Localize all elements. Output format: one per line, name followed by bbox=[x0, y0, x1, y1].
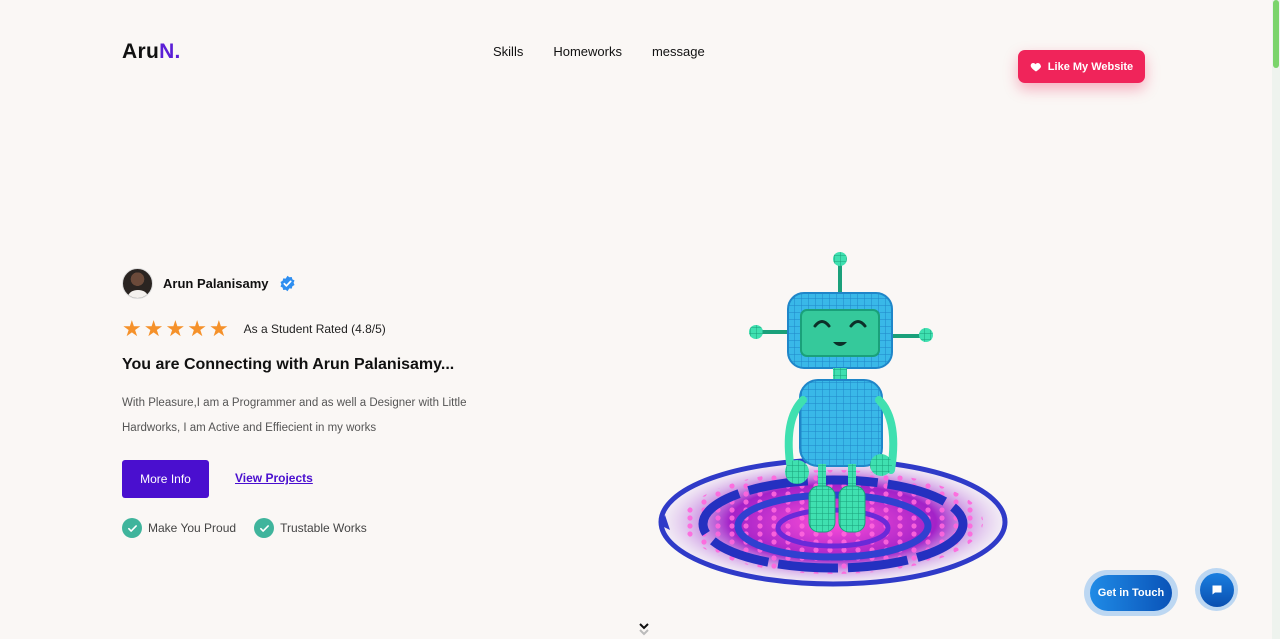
feature-label: Make You Proud bbox=[148, 521, 237, 535]
feature-item: Trustable Works bbox=[254, 518, 367, 538]
more-info-button[interactable]: More Info bbox=[122, 460, 209, 498]
star-icon: ★ bbox=[143, 316, 164, 341]
chevron-down-icon[interactable] bbox=[638, 621, 650, 637]
profile: Arun Palanisamy bbox=[122, 268, 296, 299]
logo-main: Aru bbox=[122, 40, 160, 63]
rating-text: As a Student Rated (4.8/5) bbox=[243, 322, 386, 336]
like-website-button[interactable]: Like My Website bbox=[1018, 50, 1145, 83]
nav-homeworks[interactable]: Homeworks bbox=[553, 44, 622, 59]
chat-button[interactable] bbox=[1195, 568, 1238, 611]
star-icon: ★ bbox=[122, 316, 142, 341]
avatar bbox=[122, 268, 153, 299]
profile-name: Arun Palanisamy bbox=[163, 276, 269, 291]
scrollbar-thumb[interactable] bbox=[1273, 0, 1279, 68]
nav-skills[interactable]: Skills bbox=[493, 44, 523, 59]
chat-icon bbox=[1212, 585, 1221, 594]
star-rating: ★ ★ ★ ★ ★ bbox=[122, 318, 229, 340]
check-circle-icon bbox=[254, 518, 275, 538]
rating: ★ ★ ★ ★ ★ As a Student Rated (4.8/5) bbox=[122, 318, 386, 340]
star-icon: ★ bbox=[187, 316, 207, 341]
star-icon: ★ bbox=[208, 316, 229, 341]
logo[interactable]: AruN. bbox=[122, 40, 181, 64]
get-in-touch-button[interactable]: Get in Touch bbox=[1084, 570, 1178, 616]
feature-label: Trustable Works bbox=[280, 521, 367, 535]
page-scrollbar[interactable] bbox=[1272, 0, 1280, 639]
hero-description: With Pleasure,I am a Programmer and as w… bbox=[122, 397, 467, 434]
features: Make You Proud Trustable Works bbox=[122, 518, 367, 538]
check-circle-icon bbox=[122, 518, 142, 538]
heart-icon bbox=[1030, 62, 1041, 71]
like-button-label: Like My Website bbox=[1047, 60, 1134, 73]
robot-3d-illustration bbox=[658, 252, 1008, 587]
main-nav: Skills Homeworks message bbox=[493, 44, 705, 59]
feature-item: Make You Proud bbox=[122, 518, 236, 538]
verified-badge-icon bbox=[279, 275, 295, 292]
get-in-touch-label: Get in Touch bbox=[1090, 575, 1172, 611]
logo-accent: N. bbox=[159, 40, 181, 63]
hero-headline: You are Connecting with Arun Palanisamy.… bbox=[122, 356, 455, 373]
view-projects-link[interactable]: View Projects bbox=[235, 471, 313, 485]
star-icon: ★ bbox=[165, 316, 186, 341]
nav-message[interactable]: message bbox=[652, 44, 705, 59]
